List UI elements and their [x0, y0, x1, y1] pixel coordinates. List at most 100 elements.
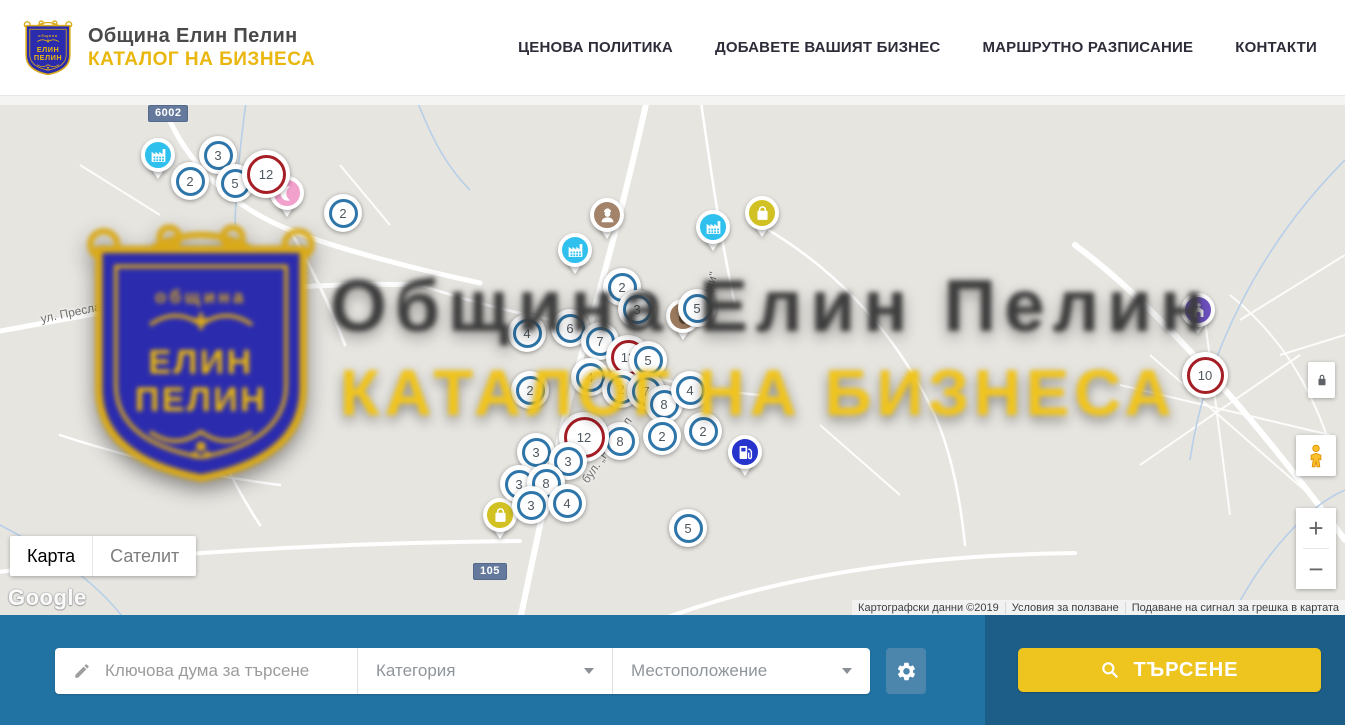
- map-pin-factory[interactable]: [558, 233, 592, 267]
- markers-layer: 32512223546713542278422812333834510: [0, 105, 1345, 615]
- cluster-count: 3: [532, 445, 539, 460]
- cluster-count: 12: [577, 430, 591, 445]
- cluster-count: 8: [542, 476, 549, 491]
- street-view-pegman[interactable]: [1296, 435, 1336, 476]
- fuel-icon: [728, 435, 762, 469]
- map-cluster-marker[interactable]: 10: [1182, 352, 1228, 398]
- map-pin-factory[interactable]: [141, 138, 175, 172]
- chevron-down-icon: [584, 668, 594, 679]
- cluster-count: 2: [526, 383, 533, 398]
- map-cluster-marker[interactable]: 4: [671, 371, 709, 409]
- location-select-label: Местоположение: [631, 661, 767, 681]
- header: Община Елин Пелин КАТАЛОГ НА БИЗНЕСА ЦЕН…: [0, 0, 1345, 95]
- brand-title: Община Елин Пелин: [88, 25, 315, 48]
- pencil-icon: [73, 662, 91, 680]
- search-bar: ТЪРСЕНЕ Категория Местоположение: [0, 615, 1345, 725]
- chevron-down-icon: [842, 668, 852, 679]
- terms-of-use-link[interactable]: Условия за ползване: [1005, 602, 1125, 614]
- lock-button[interactable]: [1308, 362, 1335, 398]
- map-pin-bag[interactable]: [745, 196, 779, 230]
- map-cluster-marker[interactable]: 12: [242, 150, 290, 198]
- cluster-count: 3: [214, 148, 221, 163]
- google-logo[interactable]: Google: [8, 585, 87, 611]
- cluster-count: 4: [586, 370, 593, 385]
- map-type-control: Карта Сателит: [10, 536, 196, 576]
- cluster-count: 8: [660, 397, 667, 412]
- map-cluster-marker[interactable]: 3: [618, 290, 656, 328]
- zoom-control: + −: [1296, 508, 1336, 589]
- header-divider-strip: [0, 95, 1345, 105]
- category-select[interactable]: Категория: [357, 648, 612, 694]
- attribution-copyright: Картографски данни ©2019: [852, 602, 1005, 614]
- cluster-count: 2: [339, 206, 346, 221]
- map-cluster-marker[interactable]: 2: [684, 412, 722, 450]
- keyword-field: [55, 648, 357, 694]
- municipality-crest-logo: [22, 17, 74, 79]
- cluster-count: 8: [616, 434, 623, 449]
- cluster-count: 4: [563, 496, 570, 511]
- map-cluster-marker[interactable]: 2: [171, 162, 209, 200]
- cluster-count: 5: [684, 521, 691, 536]
- cluster-count: 2: [617, 382, 624, 397]
- cluster-count: 2: [699, 424, 706, 439]
- map-type-map-button[interactable]: Карта: [10, 536, 93, 576]
- map-cluster-marker[interactable]: 2: [511, 371, 549, 409]
- gear-icon: [896, 661, 917, 682]
- factory-icon: [558, 233, 592, 267]
- map-cluster-marker[interactable]: 2: [643, 417, 681, 455]
- lock-icon: [1315, 373, 1329, 387]
- zoom-in-button[interactable]: +: [1296, 508, 1336, 548]
- map-type-satellite-button[interactable]: Сателит: [93, 536, 196, 576]
- map-cluster-marker[interactable]: 4: [508, 314, 546, 352]
- advanced-search-button[interactable]: [886, 648, 926, 694]
- cluster-count: 12: [259, 167, 273, 182]
- brand-subtitle: КАТАЛОГ НА БИЗНЕСА: [88, 49, 315, 71]
- map-canvas[interactable]: 6002105ул. Преславции"бул. „Новосел 3251…: [0, 105, 1345, 615]
- map-pin-factory[interactable]: [696, 210, 730, 244]
- map-pin-church[interactable]: [1181, 293, 1215, 327]
- search-button[interactable]: ТЪРСЕНЕ: [1018, 648, 1321, 692]
- nav-item-pricing-policy[interactable]: ЦЕНОВА ПОЛИТИКА: [518, 39, 673, 56]
- map-cluster-marker[interactable]: 2: [324, 194, 362, 232]
- factory-icon: [696, 210, 730, 244]
- cluster-count: 4: [523, 326, 530, 341]
- location-select[interactable]: Местоположение: [612, 648, 870, 694]
- map-pin-worker[interactable]: [590, 198, 624, 232]
- nav-item-add-your-business[interactable]: ДОБАВЕТЕ ВАШИЯТ БИЗНЕС: [715, 39, 940, 56]
- cluster-count: 6: [566, 321, 573, 336]
- map-cluster-marker[interactable]: 3: [512, 486, 550, 524]
- cluster-count: 3: [527, 498, 534, 513]
- map-cluster-marker[interactable]: 5: [678, 289, 716, 327]
- keyword-input[interactable]: [105, 661, 357, 681]
- cluster-count: 7: [596, 334, 603, 349]
- cluster-count: 2: [618, 280, 625, 295]
- factory-icon: [141, 138, 175, 172]
- cluster-count: 3: [633, 302, 640, 317]
- map-attribution: Картографски данни ©2019 Условия за полз…: [852, 600, 1345, 615]
- map-cluster-marker[interactable]: 5: [669, 509, 707, 547]
- church-icon: [1181, 293, 1215, 327]
- zoom-out-button[interactable]: −: [1296, 549, 1336, 589]
- search-button-label: ТЪРСЕНЕ: [1133, 659, 1238, 682]
- report-map-error-link[interactable]: Подаване на сигнал за грешка в картата: [1125, 602, 1345, 614]
- cluster-count: 2: [658, 429, 665, 444]
- nav-item-contacts[interactable]: КОНТАКТИ: [1235, 39, 1317, 56]
- map-cluster-marker[interactable]: 4: [548, 484, 586, 522]
- cluster-count: 5: [231, 176, 238, 191]
- pegman-icon: [1303, 443, 1329, 469]
- bag-icon: [745, 196, 779, 230]
- cluster-count: 5: [644, 353, 651, 368]
- cluster-count: 4: [686, 383, 693, 398]
- main-nav: ЦЕНОВА ПОЛИТИКА ДОБАВЕТЕ ВАШИЯТ БИЗНЕС М…: [518, 39, 1317, 56]
- cluster-count: 5: [693, 301, 700, 316]
- cluster-count: 3: [564, 454, 571, 469]
- nav-item-route-schedule[interactable]: МАРШРУТНО РАЗПИСАНИЕ: [982, 39, 1193, 56]
- search-icon: [1100, 660, 1120, 680]
- search-bar-right-panel: ТЪРСЕНЕ: [985, 615, 1345, 725]
- category-select-label: Категория: [376, 661, 455, 681]
- brand[interactable]: Община Елин Пелин КАТАЛОГ НА БИЗНЕСА: [22, 17, 315, 79]
- map-pin-fuel[interactable]: [728, 435, 762, 469]
- search-fields: Категория Местоположение: [55, 648, 870, 694]
- cluster-count: 2: [186, 174, 193, 189]
- brand-text: Община Елин Пелин КАТАЛОГ НА БИЗНЕСА: [88, 25, 315, 71]
